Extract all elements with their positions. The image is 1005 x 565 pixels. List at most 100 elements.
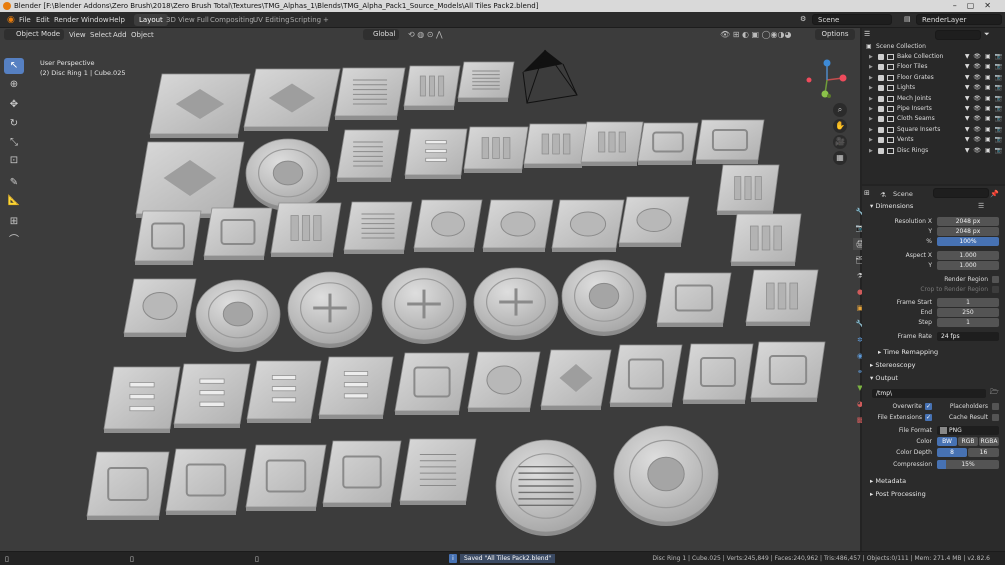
add-workspace-icon[interactable]: + bbox=[318, 14, 334, 26]
tile-mesh[interactable] bbox=[463, 126, 529, 173]
aspect-x-field[interactable]: 1.000 bbox=[937, 251, 999, 260]
disc-mesh[interactable] bbox=[381, 267, 467, 344]
include-checkbox[interactable] bbox=[878, 126, 884, 133]
properties-editor-icon[interactable]: ⊞ bbox=[864, 189, 870, 197]
visibility-icons[interactable]: ▼ 👁 ▣ 📷 bbox=[965, 104, 1003, 114]
outliner-editor-icon[interactable]: ☰ bbox=[864, 30, 870, 38]
tile-mesh[interactable] bbox=[656, 272, 732, 327]
file-extensions-checkbox[interactable]: ✓ bbox=[925, 414, 932, 421]
viewport-scene[interactable] bbox=[0, 28, 860, 551]
outliner-item[interactable]: ▶ Floor Tiles ▼ 👁 ▣ 📷 bbox=[862, 62, 1005, 72]
viewport-gizmos-icon[interactable]: 👁 ⊞ ◐ ▣ ◯◉◑◕ bbox=[720, 30, 791, 40]
cursor-tool-icon[interactable]: ⊕ bbox=[4, 77, 24, 93]
visibility-icons[interactable]: ▼ 👁 ▣ 📷 bbox=[965, 125, 1003, 135]
transform-tool-icon[interactable]: ⊡ bbox=[4, 153, 24, 169]
depth-16-button[interactable]: 16 bbox=[968, 448, 999, 457]
tile-mesh[interactable] bbox=[399, 438, 477, 505]
tile-mesh[interactable] bbox=[523, 123, 589, 168]
tile-mesh[interactable] bbox=[123, 278, 197, 337]
tile-mesh[interactable] bbox=[173, 363, 251, 428]
expand-arrow-icon[interactable]: ▶ bbox=[869, 94, 873, 104]
window-controls[interactable]: –▢✕ bbox=[953, 0, 1001, 12]
tile-mesh[interactable] bbox=[103, 366, 181, 433]
3d-viewport[interactable] bbox=[0, 28, 860, 551]
tile-mesh[interactable] bbox=[243, 68, 341, 131]
color-rgba-button[interactable]: RGBA bbox=[979, 437, 999, 446]
outliner-item[interactable]: ▶ Square Inserts ▼ 👁 ▣ 📷 bbox=[862, 125, 1005, 135]
tile-mesh[interactable] bbox=[318, 356, 394, 419]
output-section[interactable]: ▾ Output bbox=[870, 373, 898, 384]
disc-mesh[interactable] bbox=[245, 138, 331, 211]
tile-mesh[interactable] bbox=[609, 344, 683, 407]
rotate-tool-icon[interactable]: ↻ bbox=[4, 116, 24, 132]
resolution-x-field[interactable]: 2048 px bbox=[937, 217, 999, 226]
disc-mesh[interactable] bbox=[473, 267, 559, 340]
disc-mesh[interactable] bbox=[561, 259, 647, 336]
tile-mesh[interactable] bbox=[203, 207, 273, 260]
dimensions-section[interactable]: ▾ Dimensions bbox=[870, 201, 913, 212]
disc-mesh[interactable] bbox=[613, 425, 719, 526]
render-region-checkbox[interactable] bbox=[992, 276, 999, 283]
color-bw-button[interactable]: BW bbox=[937, 437, 957, 446]
time-remapping-section[interactable]: ▸ Time Remapping bbox=[878, 347, 938, 358]
expand-arrow-icon[interactable]: ▶ bbox=[869, 62, 873, 72]
visibility-icons[interactable]: ▼ 👁 ▣ 📷 bbox=[965, 62, 1003, 72]
tile-mesh[interactable] bbox=[270, 202, 342, 257]
tile-mesh[interactable] bbox=[134, 210, 202, 265]
include-checkbox[interactable] bbox=[878, 54, 884, 60]
stereoscopy-section[interactable]: ▸ Stereoscopy bbox=[870, 360, 915, 371]
include-checkbox[interactable] bbox=[878, 95, 884, 102]
frame-step-field[interactable]: 1 bbox=[937, 318, 999, 327]
outliner-item[interactable]: ▶ Disc Rings ▼ 👁 ▣ 📷 bbox=[862, 146, 1005, 156]
expand-arrow-icon[interactable]: ▶ bbox=[869, 125, 873, 135]
menu-help[interactable]: Help bbox=[105, 12, 129, 28]
tile-mesh[interactable] bbox=[457, 61, 515, 102]
ortho-grid-icon[interactable]: ▦ bbox=[833, 151, 847, 165]
visibility-icons[interactable]: ▼ 👁 ▣ 📷 bbox=[965, 94, 1003, 104]
presets-list-icon[interactable]: ☰ bbox=[978, 202, 984, 210]
output-path-input[interactable]: /tmp\ bbox=[872, 389, 986, 398]
frame-end-field[interactable]: 250 bbox=[937, 308, 999, 317]
move-tool-icon[interactable]: ✥ bbox=[4, 97, 24, 113]
folder-icon[interactable]: 🗁 bbox=[990, 388, 999, 399]
depth-8-button[interactable]: 8 bbox=[937, 448, 967, 457]
tile-mesh[interactable] bbox=[580, 121, 644, 166]
tile-mesh[interactable] bbox=[336, 129, 400, 182]
pan-hand-icon[interactable]: ✋ bbox=[833, 119, 847, 133]
menu-view[interactable]: View bbox=[69, 30, 86, 40]
visibility-icons[interactable]: ▼ 👁 ▣ 📷 bbox=[965, 52, 1003, 62]
frame-start-field[interactable]: 1 bbox=[937, 298, 999, 307]
scale-tool-icon[interactable]: ⤡ bbox=[4, 135, 24, 151]
scene-selector[interactable]: Scene bbox=[812, 14, 892, 25]
include-checkbox[interactable] bbox=[878, 116, 884, 123]
visibility-icons[interactable]: ▼ 👁 ▣ 📷 bbox=[965, 146, 1003, 156]
navigation-gizmo[interactable] bbox=[805, 58, 849, 102]
tile-mesh[interactable] bbox=[246, 360, 322, 423]
visibility-icons[interactable]: ▼ 👁 ▣ 📷 bbox=[965, 114, 1003, 124]
disc-mesh[interactable] bbox=[287, 271, 373, 348]
pivot-icon[interactable]: ⟲ ◍ ⊙ ⋀ bbox=[408, 30, 443, 40]
color-rgb-button[interactable]: RGB bbox=[958, 437, 978, 446]
tile-mesh[interactable] bbox=[467, 351, 541, 412]
tile-mesh[interactable] bbox=[413, 199, 483, 252]
crop-region-checkbox[interactable] bbox=[992, 286, 999, 293]
visibility-icons[interactable]: ▼ 👁 ▣ 📷 bbox=[965, 83, 1003, 93]
visibility-icons[interactable]: ▼ 👁 ▣ 📷 bbox=[965, 73, 1003, 83]
tile-mesh[interactable] bbox=[403, 65, 461, 110]
expand-arrow-icon[interactable]: ▶ bbox=[869, 52, 873, 62]
curve-tool-icon[interactable]: ⌒ bbox=[4, 233, 24, 249]
outliner-scene-collection[interactable]: ▣ Scene Collection bbox=[862, 42, 1005, 52]
disc-mesh[interactable] bbox=[195, 279, 281, 352]
tile-mesh[interactable] bbox=[682, 343, 754, 404]
tile-mesh[interactable] bbox=[750, 341, 826, 402]
aspect-y-field[interactable]: 1.000 bbox=[937, 261, 999, 270]
tile-mesh[interactable] bbox=[482, 199, 554, 252]
outliner-item[interactable]: ▶ Floor Grates ▼ 👁 ▣ 📷 bbox=[862, 73, 1005, 83]
tile-mesh[interactable] bbox=[745, 269, 819, 326]
object-mode-dropdown[interactable]: Object Mode bbox=[4, 29, 64, 40]
menu-select[interactable]: Select bbox=[90, 30, 112, 40]
camera-view-icon[interactable]: 🎥 bbox=[833, 135, 847, 149]
visibility-icons[interactable]: ▼ 👁 ▣ 📷 bbox=[965, 135, 1003, 145]
tile-mesh[interactable] bbox=[551, 199, 625, 252]
outliner-item[interactable]: ▶ Mech Joints ▼ 👁 ▣ 📷 bbox=[862, 94, 1005, 104]
